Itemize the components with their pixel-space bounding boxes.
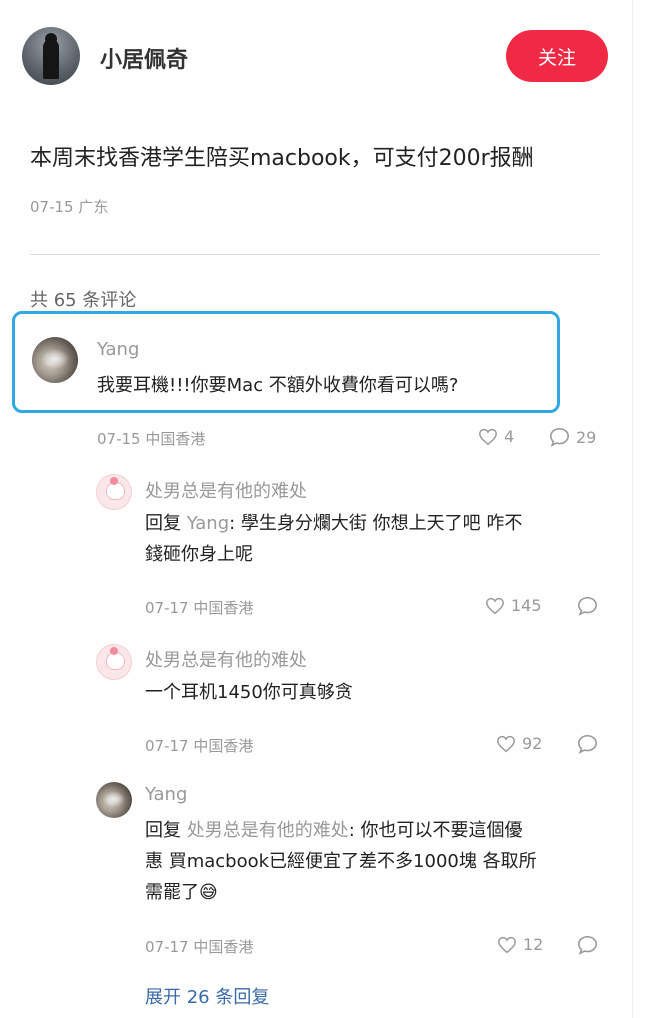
comment-icon [578, 935, 597, 955]
like-count: 12 [523, 935, 544, 954]
reply-avatar[interactable] [96, 644, 132, 680]
reply-text[interactable]: 回复 处男总是有他的难处: 你也可以不要這個優 惠 買macbook已經便宜了差… [145, 815, 605, 908]
reply-meta: 07-17 中国香港 [145, 737, 254, 755]
heart-icon [497, 735, 515, 752]
comment-text[interactable]: 我要耳機!!!你要Mac 不額外收費你看可以嗎? [97, 370, 458, 401]
reply-avatar[interactable] [96, 474, 132, 510]
reply-text[interactable]: 一个耳机1450你可真够贪 [145, 677, 353, 708]
post-card: 小居佩奇 关注 本周末找香港学生陪买macbook，可支付200r报酬 07-1… [0, 0, 633, 1018]
reply-text-line: : 學生身分爛大街 你想上天了吧 咋不 [229, 513, 523, 534]
heart-icon [479, 428, 497, 445]
heart-icon [498, 936, 516, 953]
sweat-smile-emoji: 😅 [199, 882, 218, 903]
expand-replies-link[interactable]: 展开 26 条回复 [145, 983, 269, 1009]
reply-button[interactable] [577, 734, 598, 754]
reply-prefix: 回复 [145, 513, 187, 534]
divider [30, 254, 600, 255]
reply-count: 29 [576, 427, 597, 447]
like-button[interactable]: 145 [485, 596, 542, 615]
comment-count: 共 65 条评论 [30, 290, 137, 311]
post-meta: 07-15 广东 [30, 198, 109, 216]
reply-meta: 07-17 中国香港 [145, 938, 254, 956]
comment-meta: 07-15 中国香港 [97, 430, 206, 448]
reply-text-line: 需罷了 [145, 882, 199, 903]
reply-author[interactable]: Yang [145, 784, 187, 805]
reply-meta: 07-17 中国香港 [145, 599, 254, 617]
like-button[interactable]: 4 [478, 427, 514, 446]
reply-text-line: : 你也可以不要這個優 [348, 820, 523, 841]
reply-button[interactable]: 29 [549, 427, 596, 447]
follow-button[interactable]: 关注 [506, 30, 608, 82]
like-button[interactable]: 12 [497, 935, 543, 954]
comment-icon [578, 596, 597, 616]
like-count: 4 [504, 427, 515, 446]
like-count: 145 [511, 596, 542, 615]
author-name[interactable]: 小居佩奇 [100, 42, 188, 74]
reply-target[interactable]: 处男总是有他的难处 [187, 820, 349, 841]
like-button[interactable]: 92 [496, 734, 542, 753]
reply-button[interactable] [577, 935, 598, 955]
reply-target[interactable]: Yang [187, 513, 229, 534]
reply-text-line: 錢砸你身上呢 [145, 544, 253, 565]
reply-avatar[interactable] [96, 782, 132, 818]
commenter-name[interactable]: Yang [97, 339, 139, 360]
reply-prefix: 回复 [145, 820, 187, 841]
reply-author[interactable]: 处男总是有他的难处 [145, 477, 307, 503]
post-header: 小居佩奇 关注 [22, 27, 608, 87]
reply-text[interactable]: 回复 Yang: 學生身分爛大街 你想上天了吧 咋不 錢砸你身上呢 [145, 508, 605, 570]
comment-icon [550, 427, 569, 447]
reply-text-line: 惠 買macbook已經便宜了差不多1000塊 各取所 [145, 851, 537, 872]
post-title: 本周末找香港学生陪买macbook，可支付200r报酬 [30, 146, 534, 171]
reply-author[interactable]: 处男总是有他的难处 [145, 646, 307, 672]
like-count: 92 [522, 734, 543, 753]
author-avatar[interactable] [22, 27, 80, 85]
heart-icon [486, 597, 504, 614]
comment-icon [578, 734, 597, 754]
commenter-avatar[interactable] [32, 337, 78, 383]
reply-button[interactable] [577, 596, 598, 616]
